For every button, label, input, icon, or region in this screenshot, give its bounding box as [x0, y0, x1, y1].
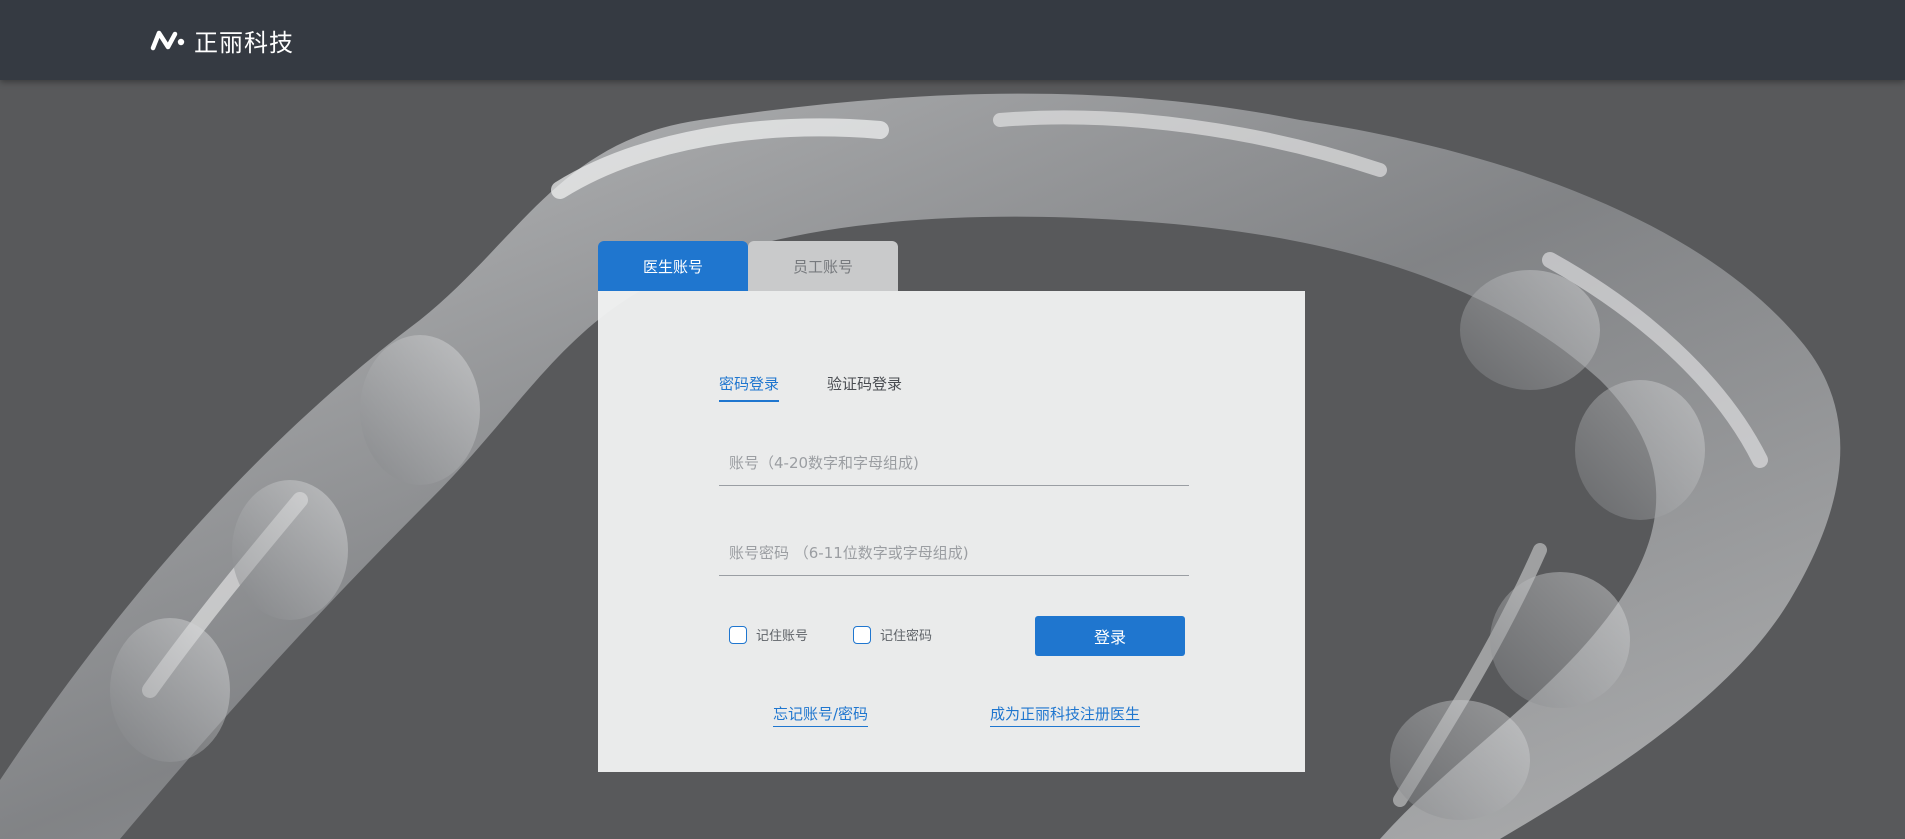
account-field	[719, 441, 1189, 486]
tab-sms-code-login[interactable]: 验证码登录	[827, 373, 902, 402]
account-input[interactable]	[719, 441, 1189, 485]
password-input[interactable]	[719, 531, 1189, 575]
top-header: 正丽科技	[0, 0, 1905, 80]
login-mode-tabs: 密码登录 验证码登录	[719, 373, 902, 402]
remember-password-label: 记住密码	[880, 629, 933, 644]
register-doctor-link[interactable]: 成为正丽科技注册医生	[990, 703, 1141, 727]
login-button[interactable]: 登录	[1035, 616, 1185, 656]
brand[interactable]: 正丽科技	[150, 24, 294, 57]
brand-name: 正丽科技	[194, 28, 294, 57]
login-card: 密码登录 验证码登录 记住账号 记住密码 登录 忘记账号/密码 成为正丽科技注册…	[598, 291, 1305, 772]
remember-password-checkbox[interactable]: 记住密码	[853, 625, 932, 644]
account-type-tabs: 医生账号 员工账号	[598, 241, 898, 291]
password-field	[719, 531, 1189, 576]
forgot-account-password-link[interactable]: 忘记账号/密码	[773, 703, 869, 727]
tab-password-login[interactable]: 密码登录	[719, 373, 780, 402]
remember-account-checkbox[interactable]: 记住账号	[729, 625, 808, 644]
tab-doctor-account[interactable]: 医生账号	[598, 241, 748, 291]
checkbox-box[interactable]	[729, 625, 747, 644]
tab-staff-account[interactable]: 员工账号	[748, 241, 898, 291]
checkbox-box[interactable]	[853, 625, 871, 644]
zhengli-logo-icon	[150, 28, 186, 52]
remember-account-label: 记住账号	[756, 629, 809, 644]
